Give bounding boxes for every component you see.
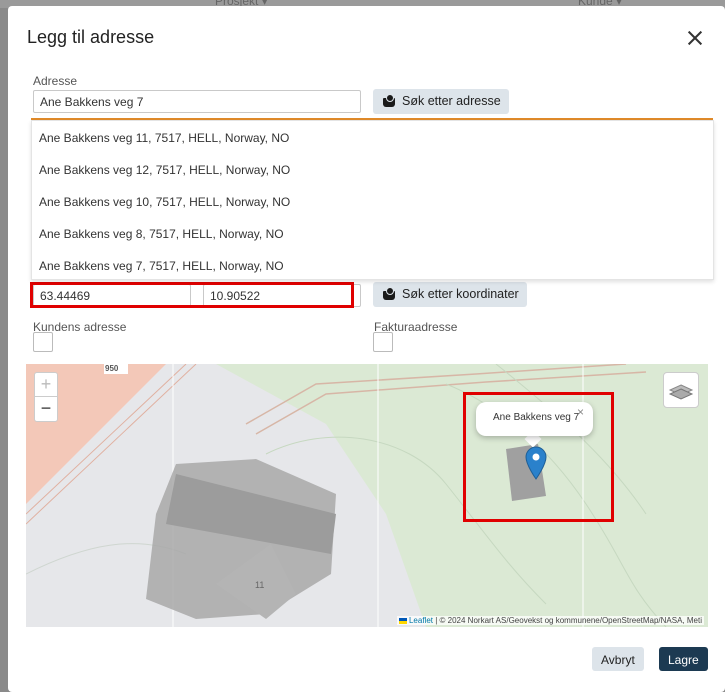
road-label: 950: [105, 364, 119, 373]
search-coordinates-button[interactable]: Søk etter koordinater: [373, 282, 527, 307]
layers-button[interactable]: [663, 372, 699, 408]
zoom-control: + −: [34, 372, 58, 422]
zoom-in-button[interactable]: +: [35, 373, 57, 397]
address-suggestions: Ane Bakkens veg 11, 7517, HELL, Norway, …: [31, 120, 714, 280]
marker-highlight: [463, 392, 614, 522]
suggestion-item[interactable]: Ane Bakkens veg 11, 7517, HELL, Norway, …: [32, 121, 713, 153]
layers-icon: [668, 384, 694, 400]
suggestion-item[interactable]: Ane Bakkens veg 12, 7517, HELL, Norway, …: [32, 153, 713, 185]
cancel-button[interactable]: Avbryt: [592, 647, 644, 671]
building-number: 11: [255, 580, 265, 590]
invoice-address-checkbox[interactable]: [373, 332, 393, 352]
search-address-button[interactable]: Søk etter adresse: [373, 89, 509, 114]
zoom-out-button[interactable]: −: [35, 397, 57, 421]
customer-address-checkbox[interactable]: [33, 332, 53, 352]
address-label: Adresse: [33, 74, 78, 88]
search-coordinates-button-label: Søk etter koordinater: [402, 287, 519, 301]
leaflet-link[interactable]: Leaflet: [409, 616, 433, 625]
suggestion-item[interactable]: Ane Bakkens veg 10, 7517, HELL, Norway, …: [32, 185, 713, 217]
suggestion-item[interactable]: Ane Bakkens veg 7, 7517, HELL, Norway, N…: [32, 249, 713, 281]
address-input[interactable]: Ane Bakkens veg 7: [33, 90, 361, 113]
book-icon: [383, 287, 395, 300]
search-address-button-label: Søk etter adresse: [402, 94, 501, 108]
close-icon[interactable]: [687, 30, 703, 46]
add-address-dialog: Legg til adresse Adresse Ane Bakkens veg…: [8, 6, 725, 692]
attribution-text: | © 2024 Norkart AS/Geovekst og kommunen…: [435, 616, 702, 625]
save-button[interactable]: Lagre: [659, 647, 708, 671]
suggestion-item[interactable]: Ane Bakkens veg 8, 7517, HELL, Norway, N…: [32, 217, 713, 249]
coordinates-highlight: [30, 282, 354, 308]
book-icon: [383, 94, 395, 107]
ukraine-flag-icon: [398, 618, 407, 624]
map-attribution: Leaflet | © 2024 Norkart AS/Geovekst og …: [396, 616, 704, 625]
dialog-title: Legg til adresse: [27, 27, 155, 47]
